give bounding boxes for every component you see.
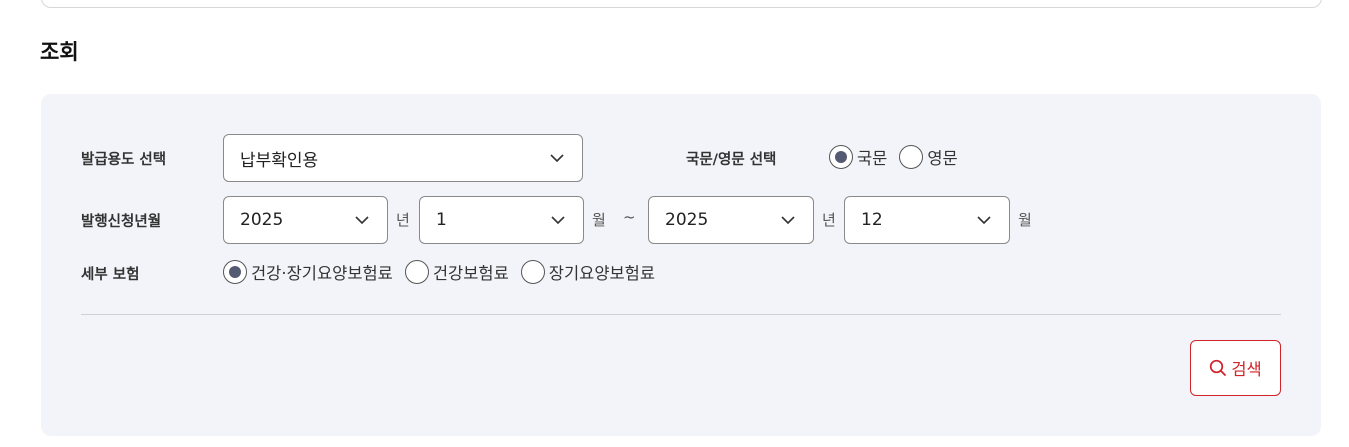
end-month-select[interactable]: 12 — [844, 196, 1010, 244]
language-radio-group: 국문 영문 — [829, 145, 970, 169]
search-button[interactable]: 검색 — [1190, 340, 1281, 396]
radio-health-longterm-circle[interactable] — [223, 260, 247, 284]
language-label: 국문/영문 선택 — [686, 152, 777, 168]
radio-longterm-circle[interactable] — [520, 260, 545, 284]
end-year-unit: 년 — [822, 211, 836, 229]
radio-korean[interactable]: 국문 — [829, 145, 887, 169]
radio-health-longterm[interactable]: 건강·장기요양보험료 — [223, 260, 393, 284]
radio-korean-circle[interactable] — [829, 145, 853, 169]
radio-english-label: 영문 — [927, 149, 958, 168]
start-month-value: 1 — [436, 210, 447, 230]
start-year-select[interactable]: 2025 — [223, 196, 388, 244]
chevron-down-icon — [977, 213, 991, 227]
purpose-label: 발급용도 선택 — [81, 152, 167, 168]
start-year-value: 2025 — [240, 210, 284, 230]
radio-health-label: 건강보험료 — [432, 264, 509, 283]
purpose-select[interactable]: 납부확인용 — [223, 134, 583, 182]
radio-health-circle[interactable] — [404, 260, 429, 284]
search-icon — [1209, 359, 1227, 377]
chevron-down-icon — [781, 213, 795, 227]
chevron-down-icon — [550, 151, 564, 165]
radio-health-longterm-label: 건강·장기요양보험료 — [251, 264, 393, 283]
end-year-select[interactable]: 2025 — [648, 196, 814, 244]
radio-longterm-label: 장기요양보험료 — [548, 264, 656, 283]
period-separator: ~ — [623, 208, 636, 226]
chevron-down-icon — [551, 213, 565, 227]
section-title: 조회 — [40, 40, 79, 64]
radio-health[interactable]: 건강보험료 — [404, 260, 509, 284]
panel-divider — [81, 314, 1281, 315]
radio-korean-label: 국문 — [857, 149, 888, 168]
radio-selected-dot — [229, 266, 241, 278]
period-label: 발행신청년월 — [81, 214, 162, 230]
start-year-unit: 년 — [396, 211, 410, 229]
insurance-radio-group: 건강·장기요양보험료 건강보험료 장기요양보험료 — [223, 260, 667, 284]
chevron-down-icon — [355, 213, 369, 227]
purpose-select-value: 납부확인용 — [240, 150, 319, 171]
end-month-value: 12 — [861, 210, 883, 230]
end-year-value: 2025 — [665, 210, 709, 230]
search-panel: 발급용도 선택 납부확인용 국문/영문 선택 국문 영문 발행신청년월 2025… — [41, 94, 1321, 436]
radio-english[interactable]: 영문 — [899, 145, 958, 169]
radio-longterm[interactable]: 장기요양보험료 — [520, 260, 656, 284]
start-month-select[interactable]: 1 — [419, 196, 584, 244]
insurance-label: 세부 보험 — [81, 267, 140, 283]
radio-selected-dot — [835, 151, 847, 163]
radio-english-circle[interactable] — [899, 145, 924, 169]
previous-section-box — [41, 0, 1322, 8]
search-button-label: 검색 — [1231, 360, 1262, 379]
start-month-unit: 월 — [592, 211, 606, 229]
end-month-unit: 월 — [1018, 211, 1032, 229]
